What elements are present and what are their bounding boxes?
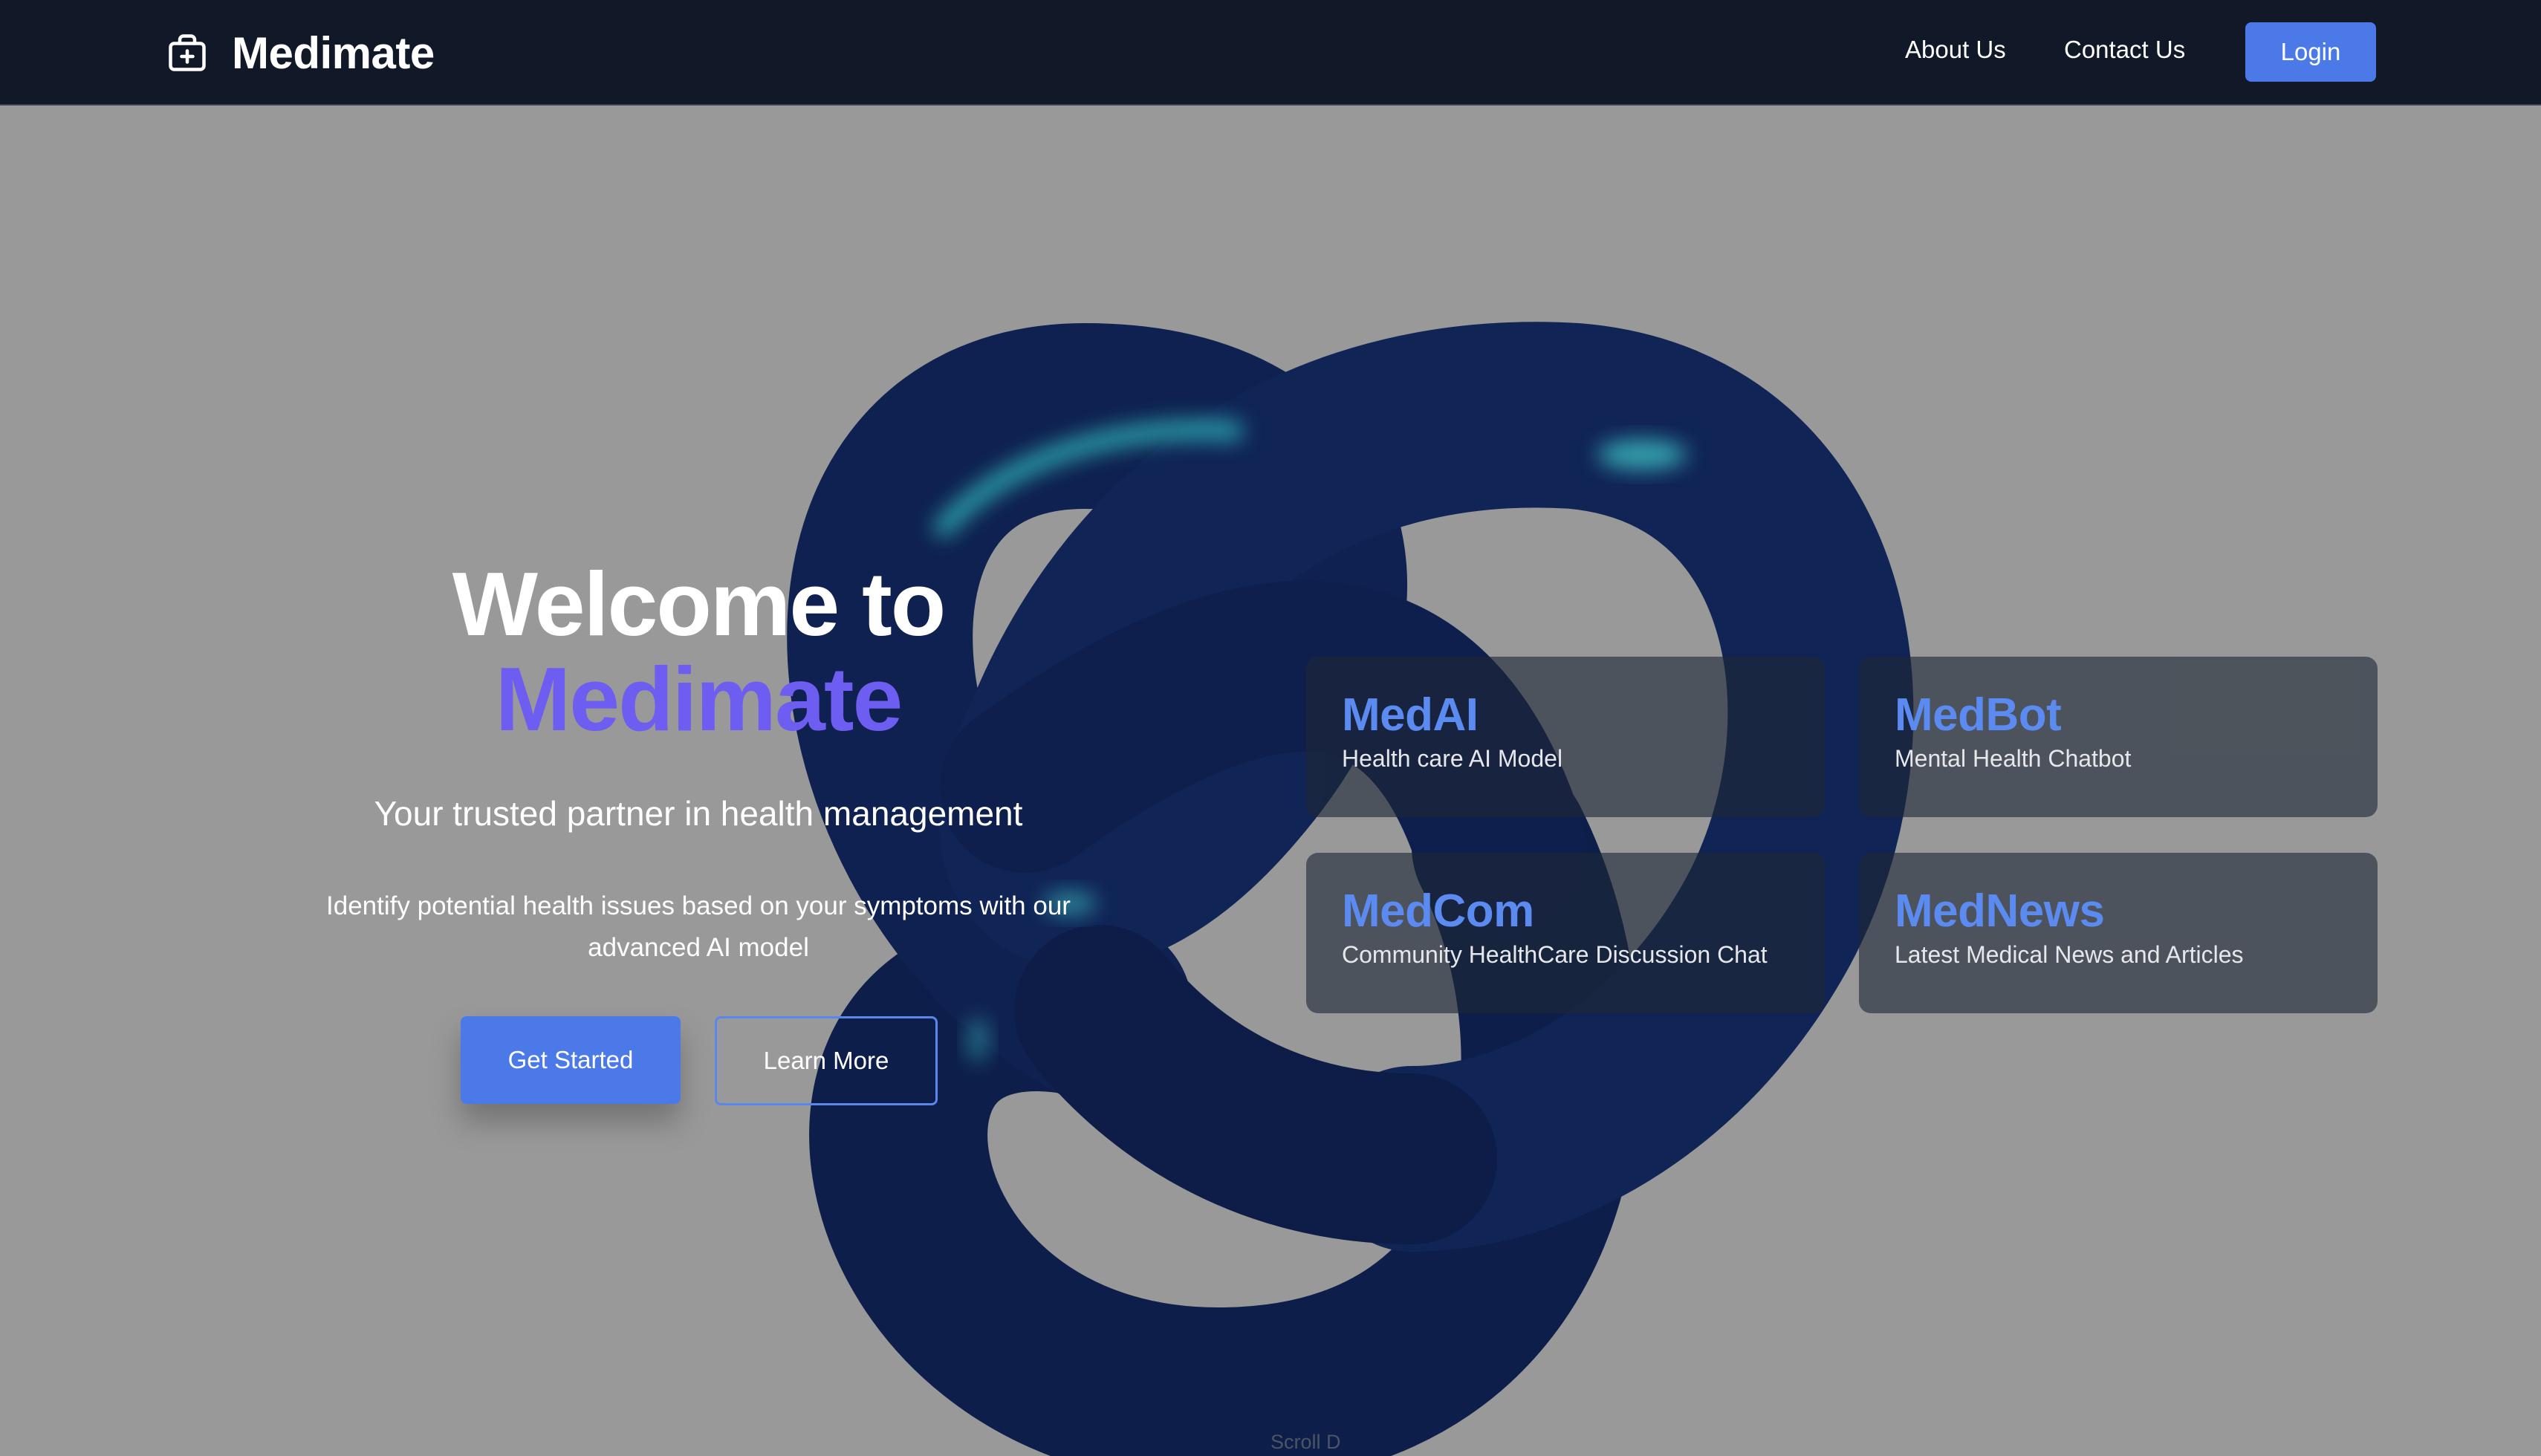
feature-card-medcom[interactable]: MedCom Community HealthCare Discussion C… bbox=[1306, 853, 1825, 1013]
login-button[interactable]: Login bbox=[2245, 22, 2376, 82]
learn-more-button[interactable]: Learn More bbox=[715, 1016, 938, 1105]
feature-card-mednews[interactable]: MedNews Latest Medical News and Articles bbox=[1859, 853, 2378, 1013]
top-navbar: Medimate About Us Contact Us Login bbox=[0, 0, 2541, 105]
hero-title-brand: Medimate bbox=[495, 649, 903, 750]
feature-card-description: Health care AI Model bbox=[1342, 745, 1563, 773]
brand-name: Medimate bbox=[232, 27, 435, 78]
feature-card-title: MedAI bbox=[1342, 689, 1479, 741]
nav-link-about-us[interactable]: About Us bbox=[1905, 36, 2006, 64]
feature-card-medai[interactable]: MedAI Health care AI Model bbox=[1306, 657, 1825, 817]
feature-card-title: MedNews bbox=[1895, 885, 2105, 937]
feature-card-description: Mental Health Chatbot bbox=[1895, 745, 2132, 773]
feature-card-description: Latest Medical News and Articles bbox=[1895, 941, 2244, 969]
hero-subtitle: Your trusted partner in health managemen… bbox=[374, 794, 1023, 833]
feature-card-title: MedCom bbox=[1342, 885, 1534, 937]
nav-link-contact-us[interactable]: Contact Us bbox=[2064, 36, 2185, 64]
hero-description: Identify potential health issues based o… bbox=[326, 891, 1071, 962]
get-started-button[interactable]: Get Started bbox=[461, 1016, 681, 1104]
scroll-down-hint[interactable]: Scroll D bbox=[1270, 1431, 1341, 1454]
feature-card-description: Community HealthCare Discussion Chat bbox=[1342, 941, 1768, 969]
medical-kit-icon bbox=[169, 34, 206, 71]
hero-title-welcome: Welcome to bbox=[452, 553, 946, 654]
feature-card-medbot[interactable]: MedBot Mental Health Chatbot bbox=[1859, 657, 2378, 817]
feature-card-title: MedBot bbox=[1895, 689, 2062, 741]
brand-logo[interactable]: Medimate bbox=[165, 27, 435, 78]
